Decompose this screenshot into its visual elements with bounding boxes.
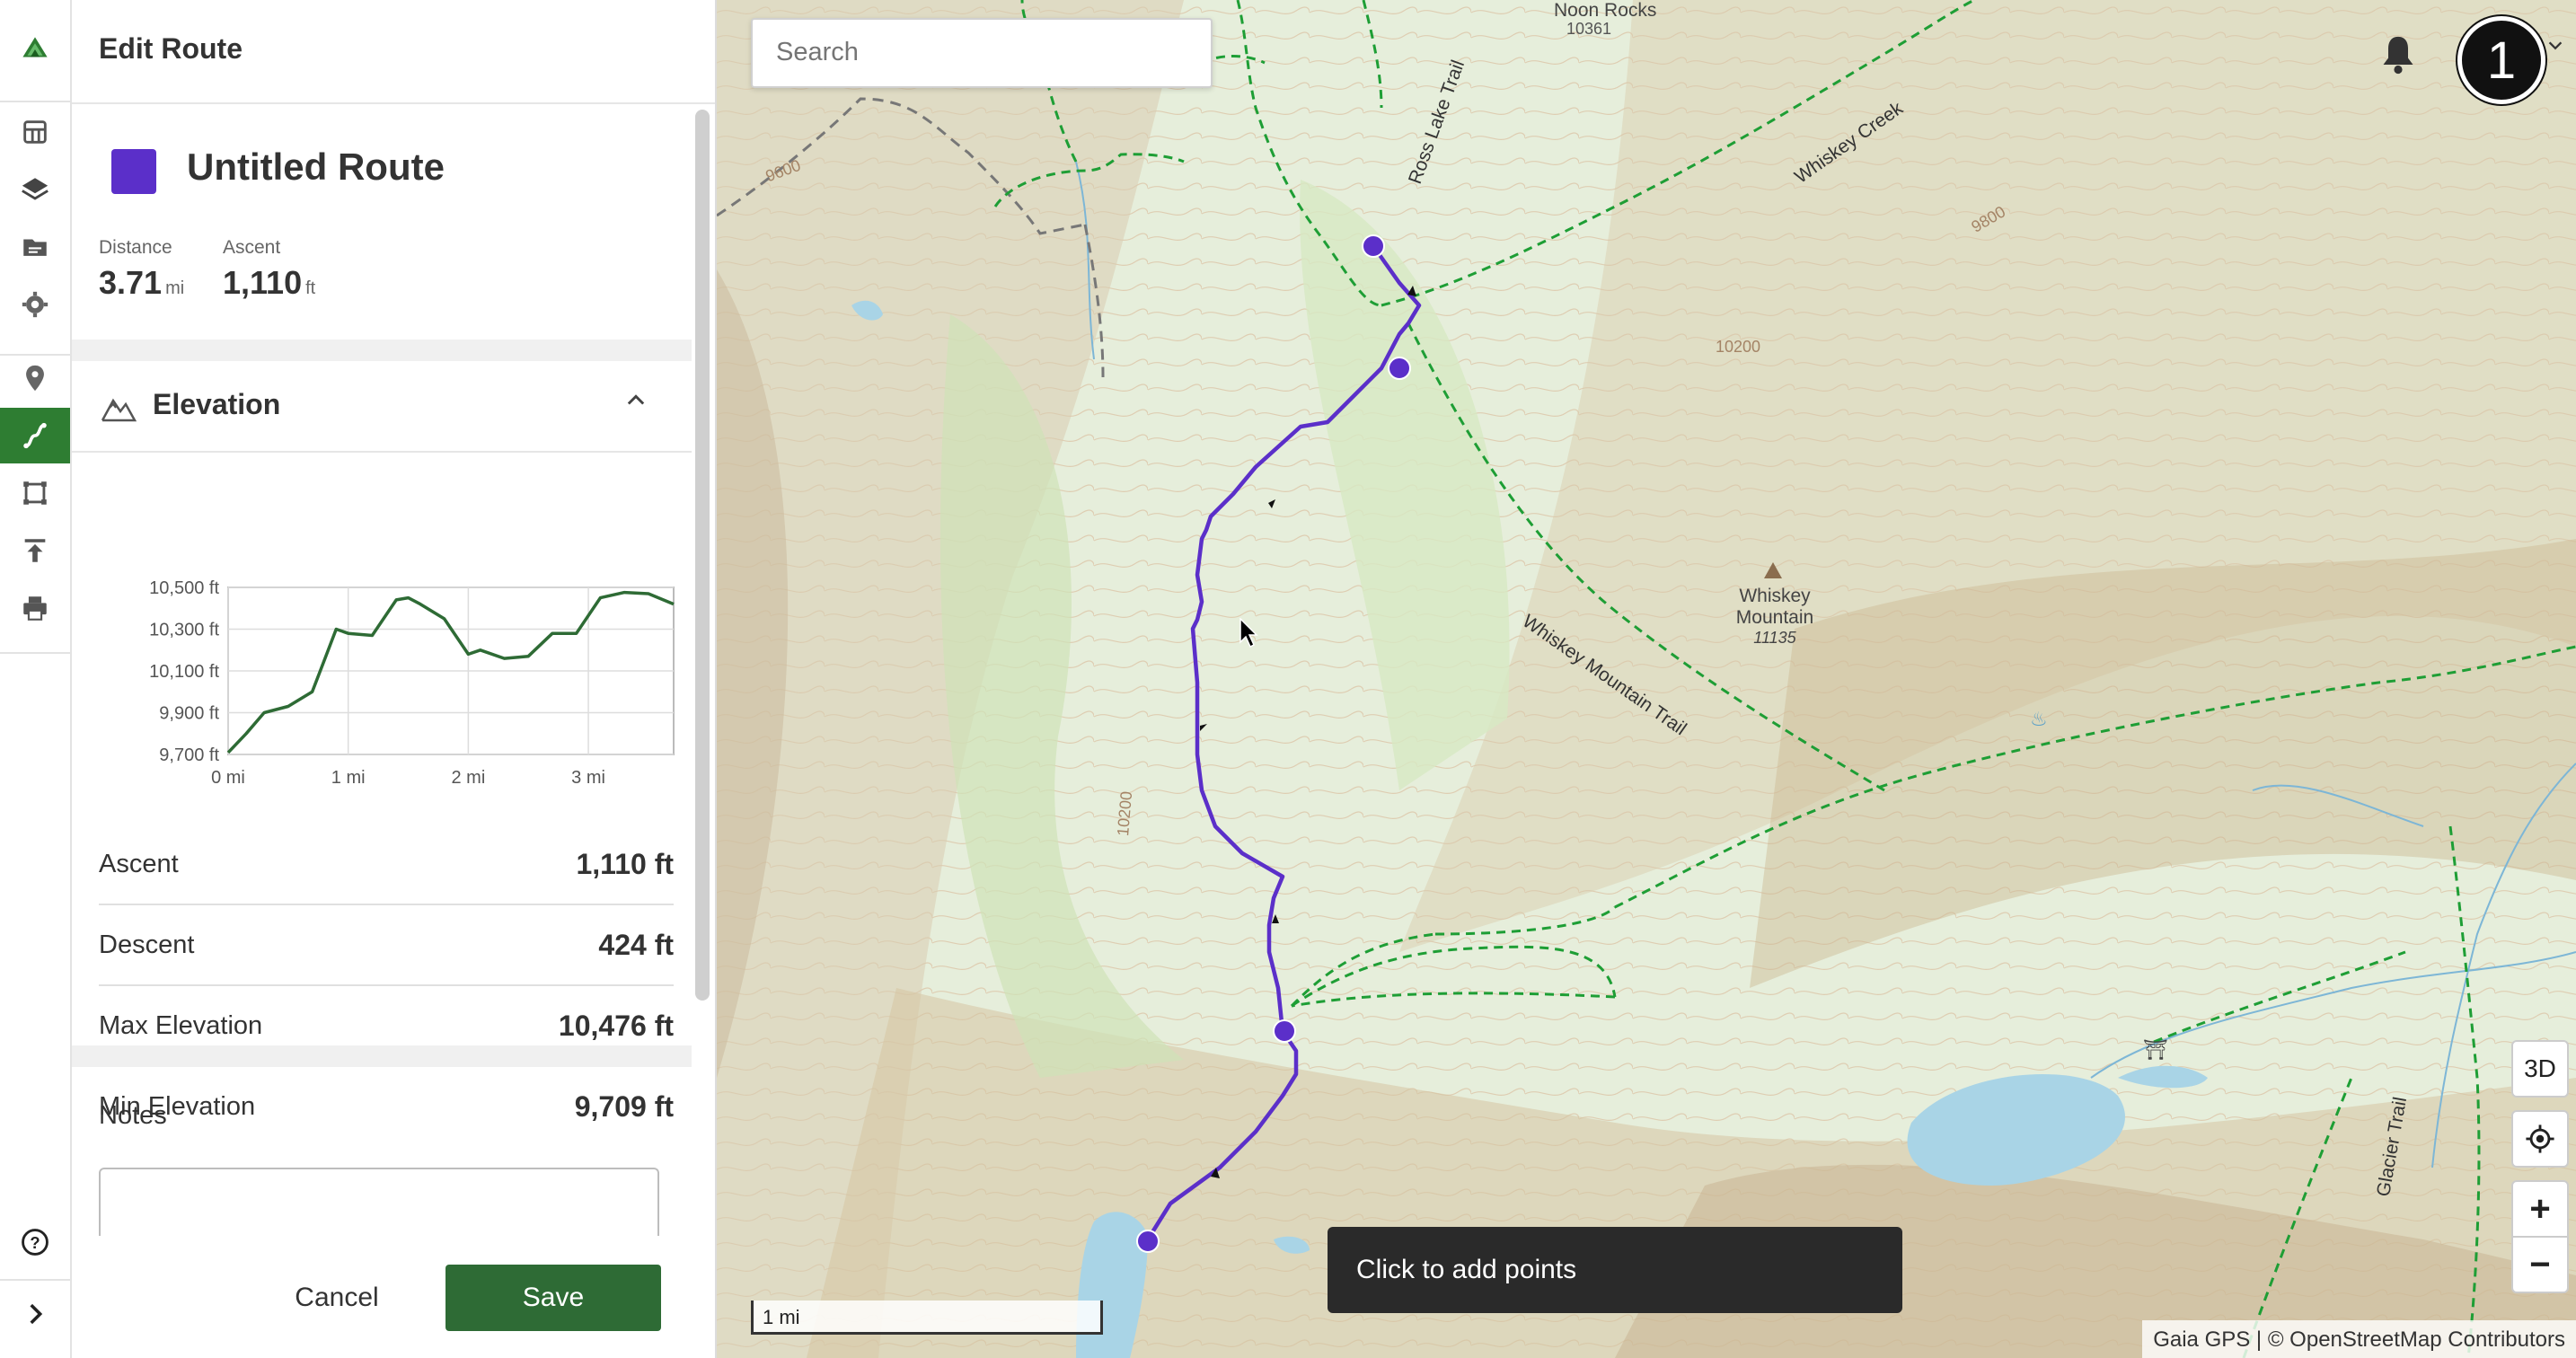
waypoint-pin-icon[interactable] (0, 350, 70, 406)
zoom-in-button[interactable]: + (2511, 1180, 2569, 1238)
zoom-out-button[interactable]: − (2511, 1236, 2569, 1293)
elevation-stat-value: 9,709 ft (574, 1090, 674, 1123)
mouse-cursor-icon (1239, 618, 1258, 648)
route-name[interactable]: Untitled Route (187, 146, 445, 189)
gaia-logo-icon[interactable] (0, 22, 70, 77)
elevation-stat-value: 1,110 ft (576, 848, 674, 880)
peak-name-line2: Mountain (1735, 607, 1814, 628)
panel-footer: Cancel Save (72, 1236, 713, 1358)
svg-text:♨: ♨ (2030, 709, 2048, 731)
print-icon[interactable] (0, 580, 70, 636)
edit-route-panel: Edit Route Untitled Route Distance 3.71 m… (72, 0, 717, 1358)
ascent-unit: ft (305, 278, 316, 298)
peak-elevation: 11135 (1753, 629, 1796, 647)
map-label-whiskey-mountain: Whiskey Mountain 11135 (1730, 586, 1820, 648)
map-search-box[interactable] (751, 18, 1213, 88)
locate-me-button[interactable] (2511, 1110, 2569, 1168)
notes-label: Notes (99, 1101, 167, 1130)
chart-y-tick-label: 9,700 ft (159, 745, 219, 765)
topo-map-background: ♨ ⛩ (717, 0, 2576, 1358)
notifications-bell-icon[interactable] (2378, 32, 2418, 77)
chart-x-tick-label: 0 mi (211, 768, 245, 788)
route-tool-icon[interactable] (0, 408, 70, 463)
panel-scrollbar[interactable] (695, 110, 710, 1001)
distance-value: 3.71 (99, 264, 163, 301)
chart-x-tick-label: 3 mi (571, 768, 605, 788)
help-icon[interactable]: ? (0, 1214, 70, 1270)
user-avatar[interactable]: 1 (2457, 16, 2545, 104)
save-button[interactable]: Save (446, 1265, 661, 1331)
svg-text:⛩: ⛩ (2143, 1039, 2168, 1062)
collapse-chevron-icon[interactable] (623, 388, 648, 413)
chart-x-tick-label: 2 mi (451, 768, 485, 788)
peak-name-line1: Whiskey (1739, 586, 1811, 606)
elevation-stat-value: 10,476 ft (558, 1010, 674, 1042)
hint-toast: Click to add points (1328, 1227, 1902, 1313)
ascent-label: Ascent (223, 237, 281, 258)
folder-icon[interactable] (0, 219, 70, 275)
map-canvas[interactable]: ♨ ⛩ Noon Rocks 10361 Ross Lake Trail Whi… (717, 0, 2576, 1358)
elevation-stat-label: Max Elevation (99, 1011, 263, 1040)
distance-unit: mi (165, 278, 185, 298)
ascent-stat: Ascent 1,110 ft (223, 237, 315, 302)
elevation-title: Elevation (153, 388, 281, 420)
elevation-section-header[interactable]: Elevation (72, 361, 692, 453)
search-input[interactable] (774, 20, 1200, 84)
cancel-button[interactable]: Cancel (251, 1265, 422, 1331)
elevation-chart: 10,500 ft 10,300 ft 10,100 ft 9,900 ft 9,700… (149, 578, 675, 788)
layers-icon[interactable] (0, 162, 70, 217)
crosshair-icon (2526, 1124, 2554, 1153)
elevation-stat-label: Descent (99, 930, 195, 959)
mountain-icon (101, 398, 137, 422)
rail-divider (0, 1279, 70, 1281)
map-label-noon-rocks: Noon Rocks (1554, 0, 1657, 21)
contour-label: 10200 (1114, 790, 1136, 837)
ascent-value: 1,110 (223, 264, 303, 301)
chart-x-tick-label: 1 mi (331, 768, 366, 788)
chart-y-tick-label: 10,100 ft (149, 662, 219, 682)
dashboard-icon[interactable] (0, 104, 70, 160)
section-divider (72, 340, 692, 361)
notes-textarea[interactable] (99, 1168, 659, 1238)
route-color-swatch[interactable] (111, 149, 156, 194)
elevation-stat-value: 424 ft (598, 929, 674, 961)
panel-scroll-area[interactable]: Untitled Route Distance 3.71 mi Ascent 1,… (72, 104, 692, 1236)
contour-label: 10200 (1716, 338, 1761, 356)
rail-divider (0, 652, 70, 654)
map-label-noon-rocks-elev: 10361 (1566, 20, 1612, 38)
chart-y-tick-label: 10,500 ft (149, 578, 219, 598)
left-nav-rail: ? (0, 0, 72, 1358)
elevation-stat-row: Min Elevation 9,709 ft (99, 1067, 674, 1146)
expand-chevron-icon[interactable] (0, 1286, 70, 1342)
settings-gear-icon[interactable] (0, 277, 70, 332)
distance-label: Distance (99, 237, 172, 258)
area-tool-icon[interactable] (0, 465, 70, 521)
elevation-stat-row: Ascent 1,110 ft (99, 824, 674, 905)
account-chevron-down-icon[interactable] (2545, 36, 2565, 56)
section-divider (72, 1045, 692, 1067)
elevation-stat-row: Descent 424 ft (99, 905, 674, 986)
panel-title: Edit Route (99, 32, 243, 65)
scale-bar: 1 mi (751, 1301, 1103, 1335)
map-attribution[interactable]: Gaia GPS | © OpenStreetMap Contributors (2142, 1320, 2576, 1358)
svg-text:?: ? (30, 1233, 40, 1252)
distance-stat: Distance 3.71 mi (99, 237, 184, 302)
panel-header: Edit Route (72, 0, 715, 104)
chart-y-tick-label: 9,900 ft (159, 704, 219, 724)
upload-icon[interactable] (0, 523, 70, 578)
elevation-stat-label: Ascent (99, 850, 179, 878)
rail-divider (0, 101, 70, 102)
chart-y-tick-label: 10,300 ft (149, 621, 219, 640)
3d-toggle-button[interactable]: 3D (2511, 1040, 2569, 1098)
